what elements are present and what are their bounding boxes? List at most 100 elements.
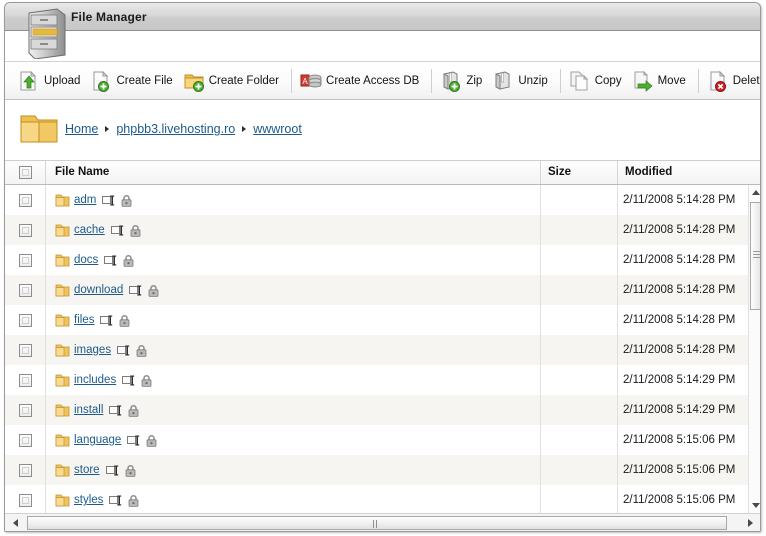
rename-icon[interactable] xyxy=(127,435,141,446)
table-row[interactable]: install 2/11/2008 5:14:29 PM xyxy=(5,395,748,425)
file-name-link[interactable]: cache xyxy=(74,224,105,236)
row-checkbox[interactable] xyxy=(19,194,32,207)
permissions-lock-icon[interactable] xyxy=(121,194,132,207)
create-folder-button[interactable]: Create Folder xyxy=(180,66,286,96)
permissions-lock-icon[interactable] xyxy=(125,464,136,477)
permissions-lock-icon[interactable] xyxy=(146,434,157,447)
file-name-cell: store xyxy=(45,455,540,485)
horizontal-scrollbar-thumb[interactable] xyxy=(27,516,727,530)
table-row[interactable]: styles 2/11/2008 5:15:06 PM xyxy=(5,485,748,513)
row-select-cell xyxy=(5,455,45,485)
scroll-up-button[interactable] xyxy=(749,185,760,200)
create-file-button[interactable]: Create File xyxy=(87,66,179,96)
file-modified-cell: 2/11/2008 5:14:29 PM xyxy=(617,395,748,425)
file-name-link[interactable]: language xyxy=(74,434,121,446)
file-name-link[interactable]: store xyxy=(74,464,100,476)
row-checkbox[interactable] xyxy=(19,344,32,357)
table-row[interactable]: adm 2/11/2008 5:14:28 PM xyxy=(5,185,748,215)
rename-icon[interactable] xyxy=(122,375,136,386)
permissions-lock-icon[interactable] xyxy=(148,284,159,297)
chevron-up-icon xyxy=(752,190,760,195)
table-row[interactable]: docs 2/11/2008 5:14:28 PM xyxy=(5,245,748,275)
row-checkbox[interactable] xyxy=(19,314,32,327)
table-row[interactable]: images 2/11/2008 5:14:28 PM xyxy=(5,335,748,365)
delete-button[interactable]: Delete xyxy=(704,66,760,96)
breadcrumb-item-home[interactable]: Home xyxy=(65,122,98,136)
select-all-checkbox[interactable] xyxy=(19,166,32,179)
folder-icon xyxy=(55,493,70,507)
toolbar-separator-3 xyxy=(559,68,561,93)
file-name-link[interactable]: download xyxy=(74,284,123,296)
breadcrumb-item-domain[interactable]: phpbb3.livehosting.ro xyxy=(116,122,235,136)
rename-icon[interactable] xyxy=(109,495,123,506)
horizontal-scrollbar[interactable] xyxy=(5,513,760,531)
file-name-link[interactable]: docs xyxy=(74,254,98,266)
row-checkbox[interactable] xyxy=(19,374,32,387)
table-row[interactable]: download 2/11/2008 5:14:28 PM xyxy=(5,275,748,305)
scroll-left-button[interactable] xyxy=(7,515,23,530)
scroll-right-button[interactable] xyxy=(742,515,758,530)
file-name-link[interactable]: install xyxy=(74,404,103,416)
zip-label: Zip xyxy=(466,74,483,87)
row-checkbox[interactable] xyxy=(19,284,32,297)
row-checkbox[interactable] xyxy=(19,254,32,267)
copy-button[interactable]: Copy xyxy=(566,66,629,96)
breadcrumb-item-wwwroot[interactable]: wwwroot xyxy=(253,122,302,136)
table-row[interactable]: includes 2/11/2008 5:14:29 PM xyxy=(5,365,748,395)
permissions-lock-icon[interactable] xyxy=(123,254,134,267)
copy-icon xyxy=(569,70,591,92)
permissions-lock-icon[interactable] xyxy=(141,374,152,387)
rename-icon[interactable] xyxy=(105,465,120,476)
table-row[interactable]: language 2/11/2008 5:15:06 PM xyxy=(5,425,748,455)
file-name-link[interactable]: adm xyxy=(74,194,96,206)
permissions-lock-icon[interactable] xyxy=(136,344,147,357)
upload-button[interactable]: Upload xyxy=(15,66,87,96)
rename-icon[interactable] xyxy=(100,315,114,326)
rename-icon[interactable] xyxy=(129,285,143,296)
row-checkbox[interactable] xyxy=(19,494,32,507)
file-name-cell: language xyxy=(45,425,540,455)
table-row[interactable]: files 2/11/2008 5:14:28 PM xyxy=(5,305,748,335)
vertical-scrollbar[interactable] xyxy=(748,185,760,513)
rename-icon[interactable] xyxy=(104,255,118,266)
modified-date: 2/11/2008 5:15:06 PM xyxy=(623,434,736,446)
table-row[interactable]: cache 2/11/2008 5:14:28 PM xyxy=(5,215,748,245)
scroll-down-button[interactable] xyxy=(749,498,760,513)
scrollbar-grip-icon xyxy=(373,520,381,528)
row-checkbox[interactable] xyxy=(19,224,32,237)
file-size-cell xyxy=(540,395,617,425)
column-header-modified[interactable]: Modified xyxy=(617,161,748,184)
delete-label: Delete xyxy=(732,74,760,87)
file-name-cell: download xyxy=(45,275,540,305)
row-select-cell xyxy=(5,395,45,425)
create-access-db-button[interactable]: A Create Access DB xyxy=(297,66,426,96)
rename-icon[interactable] xyxy=(117,345,131,356)
zip-button[interactable]: Zip xyxy=(437,66,489,96)
file-name-link[interactable]: includes xyxy=(74,374,116,386)
permissions-lock-icon[interactable] xyxy=(128,494,139,507)
move-button[interactable]: Move xyxy=(629,66,693,96)
permissions-lock-icon[interactable] xyxy=(128,404,139,417)
modified-date: 2/11/2008 5:14:29 PM xyxy=(623,404,736,416)
folder-icon xyxy=(55,373,70,387)
table-row[interactable]: store 2/11/2008 5:15:06 PM xyxy=(5,455,748,485)
file-name-link[interactable]: images xyxy=(74,344,111,356)
row-checkbox[interactable] xyxy=(19,404,32,417)
file-name-link[interactable]: styles xyxy=(74,494,103,506)
modified-date: 2/11/2008 5:14:28 PM xyxy=(623,254,736,266)
vertical-scrollbar-thumb[interactable] xyxy=(750,202,760,310)
file-name-link[interactable]: files xyxy=(74,314,94,326)
column-header-file-name[interactable]: File Name xyxy=(45,161,540,184)
file-size-cell xyxy=(540,455,617,485)
unzip-button[interactable]: Unzip xyxy=(489,66,554,96)
file-size-cell xyxy=(540,215,617,245)
permissions-lock-icon[interactable] xyxy=(119,314,130,327)
permissions-lock-icon[interactable] xyxy=(130,224,141,237)
row-checkbox[interactable] xyxy=(19,434,32,447)
file-modified-cell: 2/11/2008 5:14:28 PM xyxy=(617,245,748,275)
column-header-size[interactable]: Size xyxy=(540,161,617,184)
row-checkbox[interactable] xyxy=(19,464,32,477)
rename-icon[interactable] xyxy=(110,225,125,236)
rename-icon[interactable] xyxy=(102,195,116,206)
rename-icon[interactable] xyxy=(109,405,123,416)
